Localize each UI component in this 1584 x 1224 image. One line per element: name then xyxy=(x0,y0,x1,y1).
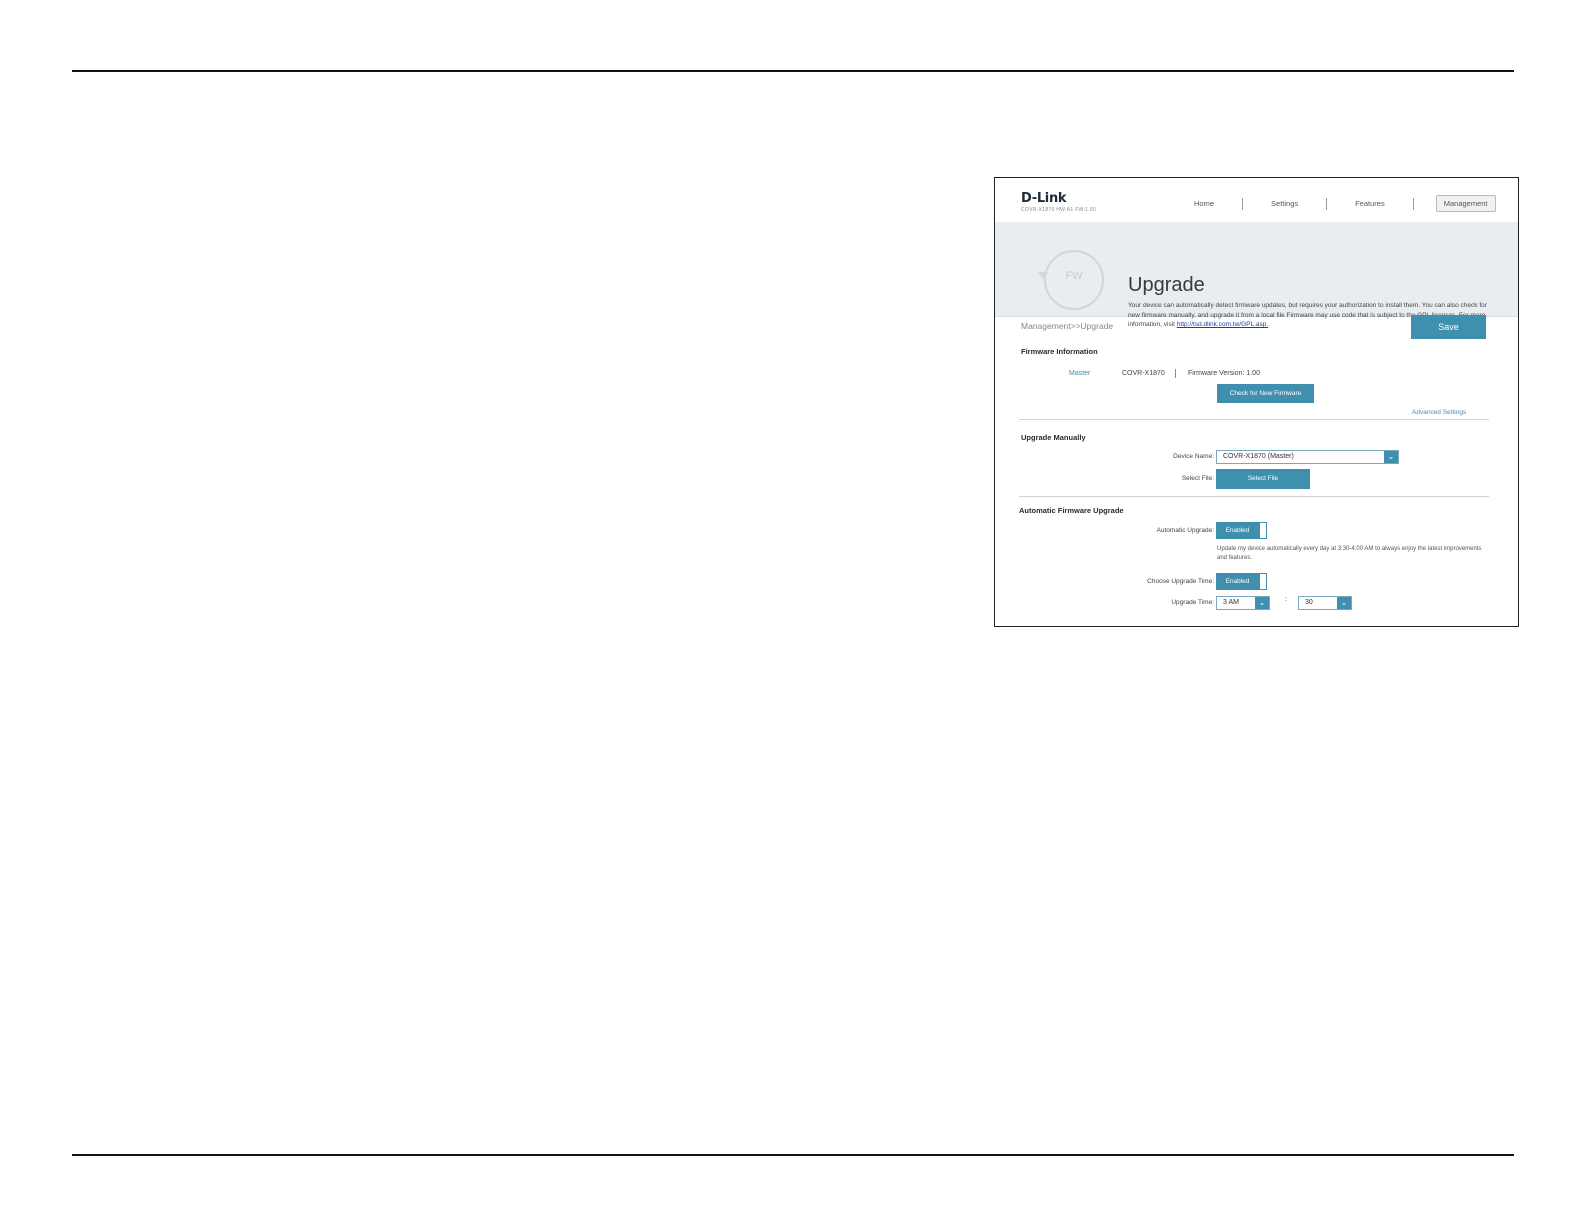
upgrade-manually-heading: Upgrade Manually xyxy=(1021,433,1086,442)
nav-divider xyxy=(1242,197,1244,210)
firmware-icon: FW xyxy=(1038,250,1104,310)
dlink-logo: D-Link xyxy=(1021,191,1067,206)
nav-divider xyxy=(1412,197,1414,210)
select-file-label: Select File: xyxy=(1181,475,1214,482)
choose-time-toggle[interactable]: Enabled xyxy=(1216,573,1267,590)
top-rule xyxy=(72,70,1514,72)
time-separator: : xyxy=(1285,596,1287,603)
toggle-knob xyxy=(1259,573,1267,590)
nav-features[interactable]: Features xyxy=(1349,196,1391,211)
minute-value: 30 xyxy=(1305,599,1313,606)
info-divider xyxy=(1175,369,1176,378)
toggle-state: Enabled xyxy=(1216,522,1259,539)
toggle-state: Enabled xyxy=(1216,573,1259,590)
chevron-down-icon: ⌄ xyxy=(1384,451,1398,463)
firmware-info-heading: Firmware Information xyxy=(1021,347,1098,356)
breadcrumb: Management>>Upgrade xyxy=(1021,321,1114,331)
select-file-button[interactable]: Select File xyxy=(1216,469,1310,489)
firmware-icon-label: FW xyxy=(1065,270,1083,282)
chevron-down-icon: ⌄ xyxy=(1255,597,1269,609)
router-ui-screenshot: D-Link COVR-X1870 HW:A1 FW:1.00 Home Set… xyxy=(994,177,1519,627)
auto-upgrade-heading: Automatic Firmware Upgrade xyxy=(1019,506,1124,515)
device-name-select[interactable]: COVR-X1870 (Master) ⌄ xyxy=(1216,450,1399,464)
page-title: Upgrade xyxy=(1128,274,1205,296)
header-bar: D-Link COVR-X1870 HW:A1 FW:1.00 Home Set… xyxy=(995,178,1518,223)
auto-upgrade-note: Update my device automatically every day… xyxy=(1217,546,1482,561)
nav-divider xyxy=(1326,197,1328,210)
toggle-knob xyxy=(1259,522,1267,539)
device-role: Master xyxy=(1069,370,1091,377)
auto-upgrade-label: Automatic Upgrade: xyxy=(1156,527,1214,534)
nav-home[interactable]: Home xyxy=(1188,196,1220,211)
auto-upgrade-toggle[interactable]: Enabled xyxy=(1216,522,1267,539)
gpl-link[interactable]: http://tsd.dlink.com.tw/GPL.asp. xyxy=(1177,321,1268,328)
model-info: COVR-X1870 HW:A1 FW:1.00 xyxy=(1021,207,1097,213)
page-banner: FW Upgrade Your device can automatically… xyxy=(995,222,1518,328)
device-name-label: Device Name: xyxy=(1173,453,1214,460)
main-nav: Home Settings Features Management xyxy=(1188,195,1496,212)
section-divider xyxy=(1019,496,1489,497)
chevron-down-icon: ⌄ xyxy=(1337,597,1351,609)
hour-select[interactable]: 3 AM ⌄ xyxy=(1216,596,1270,610)
bottom-rule xyxy=(72,1154,1514,1156)
nav-management[interactable]: Management xyxy=(1435,195,1496,212)
advanced-settings-link[interactable]: Advanced Settings xyxy=(1412,409,1466,416)
upgrade-time-label: Upgrade Time: xyxy=(1171,599,1214,606)
check-firmware-button[interactable]: Check for New Firmware xyxy=(1217,384,1314,403)
hour-value: 3 AM xyxy=(1223,599,1239,606)
save-button[interactable]: Save xyxy=(1411,315,1486,339)
device-model: COVR-X1870 xyxy=(1122,370,1165,377)
nav-settings[interactable]: Settings xyxy=(1265,196,1304,211)
choose-time-label: Choose Upgrade Time: xyxy=(1147,578,1214,585)
section-divider xyxy=(1019,419,1489,420)
minute-select[interactable]: 30 ⌄ xyxy=(1298,596,1352,610)
device-name-value: COVR-X1870 (Master) xyxy=(1223,453,1294,460)
firmware-version: Firmware Version: 1.00 xyxy=(1188,370,1260,377)
